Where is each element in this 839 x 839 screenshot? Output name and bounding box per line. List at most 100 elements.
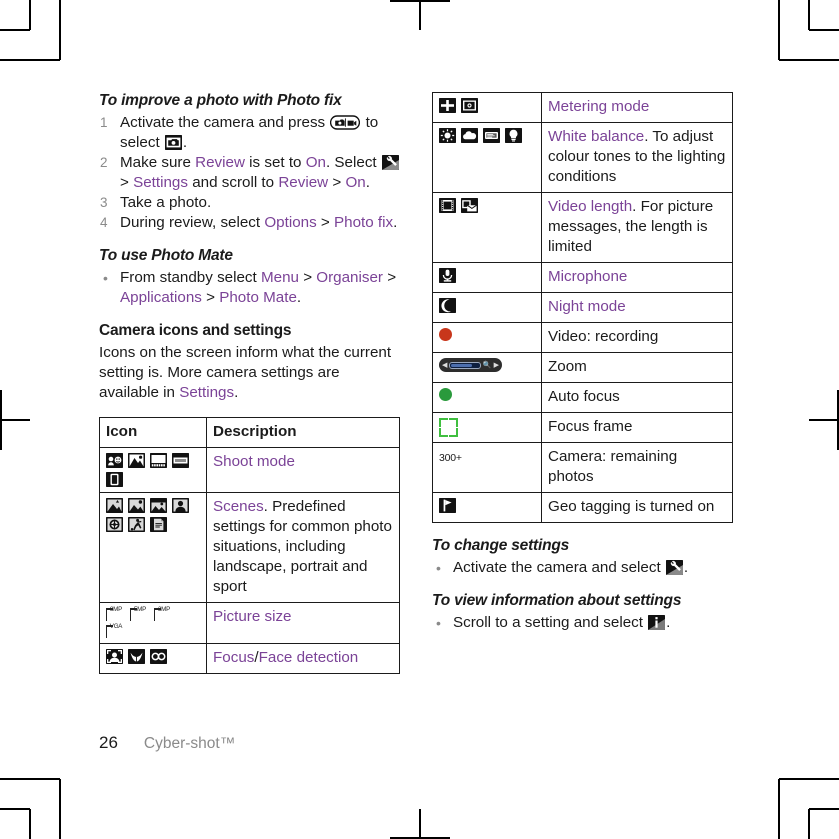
step-text: During review, select Options > Photo fi… [120,214,398,231]
metering-normal-icon [439,98,456,113]
ui-term: Review [278,174,329,191]
column-header-description: Description [206,417,400,448]
description-cell: Focus frame [541,412,733,443]
ui-term: Picture size [213,608,292,625]
video-length-message-icon [461,198,478,213]
icon-cell [432,92,542,123]
icon-group: 8MP 5MP 3MP VGA [105,606,192,638]
description-cell: Focus/Face detection [206,643,400,674]
icon-cell [432,292,542,323]
ui-term: Face detection [258,649,359,666]
bullet-text: Activate the camera and select . [453,559,689,576]
wb-fluorescent-icon [483,128,500,143]
icon-cell: 300+ [432,442,542,493]
icon-group [106,498,192,532]
zoom-left-arrow-icon: ◀ [442,361,448,369]
icon-group: 300+ [439,448,525,468]
table-row: ◀ 🔍 ▶ Zoom [432,352,733,383]
table-row: 8MP 5MP 3MP VGA Picture size [99,602,400,644]
ui-term: Review [195,154,245,171]
landscape-icon [128,453,145,468]
table-row: Scenes. Predefined settings for common p… [99,492,400,603]
bullet-item: Activate the camera and select . [432,558,733,578]
remaining-photos-icon: 300+ [439,452,462,464]
table-row: Video length. For picture messages, the … [432,192,733,263]
photo-mate-heading: To use Photo Mate [99,247,233,264]
photo-fix-steps: Activate the camera and press to select … [99,113,400,233]
ui-term: Video length [548,198,633,215]
ui-term: Shoot mode [213,453,295,470]
icon-cell [432,322,542,353]
step-text: Take a photo. [120,194,212,211]
ui-term: White balance [548,128,645,145]
step-item: Activate the camera and press to select … [99,113,400,153]
icon-group [106,649,192,664]
size-5mp-icon: 5MP [129,606,149,621]
ui-term: Focus [213,649,255,666]
auto-focus-dot-icon [439,388,452,401]
description-cell: Shoot mode [206,447,400,493]
ui-term: Settings [179,384,235,401]
table-row: Metering mode [432,92,733,123]
step-text: Make sure Review is set to On. Select > … [120,154,400,191]
zoom-slider-icon: ◀ 🔍 ▶ [439,358,502,372]
zoom-right-arrow-icon: ▶ [493,361,499,369]
icon-group [439,328,525,341]
icon-group [439,128,525,143]
zoom-track [449,361,481,369]
burst-icon [106,472,123,487]
camera-video-toggle-icon [330,115,361,130]
page-footer: 26 Cyber-shot™ [99,733,235,753]
table-row: Geo tagging is turned on [432,492,733,523]
step-text: Activate the camera and press to select … [120,114,379,151]
microphone-icon [439,268,456,283]
icon-cell [432,492,542,523]
icon-group [439,268,525,283]
icon-cell [99,492,207,603]
settings-wrench-icon [381,155,399,170]
description-cell: Zoom [541,352,733,383]
ui-term: Options [264,214,317,231]
focus-macro-icon [128,649,145,664]
table-header-row: Icon Description [99,417,400,448]
description-cell: Video length. For picture messages, the … [541,192,733,263]
icon-cell [432,122,542,193]
description-cell: Metering mode [541,92,733,123]
wb-cloudy-icon [461,128,478,143]
camera-icons-heading: Camera icons and settings [99,322,292,339]
camera-icons-body: Icons on the screen inform what the curr… [99,344,392,401]
recording-dot-icon [439,328,452,341]
step-item: During review, select Options > Photo fi… [99,213,400,233]
metering-spot-icon [461,98,478,113]
table-row: Night mode [432,292,733,323]
photo-mate-bullets: From standby select Menu > Organiser > A… [99,268,400,308]
icon-group [439,198,525,213]
ui-term: Metering mode [548,98,650,115]
night-mode-icon [439,298,456,313]
manual-page: To improve a photo with Photo fix Activa… [0,0,839,839]
table-row: Focus frame [432,412,733,443]
icon-cell [432,382,542,413]
wb-incandescent-icon [505,128,522,143]
icon-cell [99,447,207,493]
portrait-smile-icon [106,453,123,468]
table-row: 300+ Camera: remaining photos [432,442,733,493]
description-cell: Camera: remaining photos [541,442,733,493]
size-3mp-icon: 3MP [153,606,173,621]
scene-portrait-icon [172,498,189,513]
table-row: Auto focus [432,382,733,413]
icon-cell [432,192,542,263]
settings-wrench-icon [665,560,683,575]
size-vga-icon: VGA [105,623,125,638]
ui-term: On [345,174,366,191]
icon-group [106,453,192,487]
table-row: Focus/Face detection [99,643,400,674]
footer-section-name: Cyber-shot™ [143,735,236,752]
icon-group [439,98,525,113]
bullet-text: Scroll to a setting and select . [453,614,671,631]
scene-sports-icon [128,517,145,532]
change-settings-heading: To change settings [432,537,570,554]
